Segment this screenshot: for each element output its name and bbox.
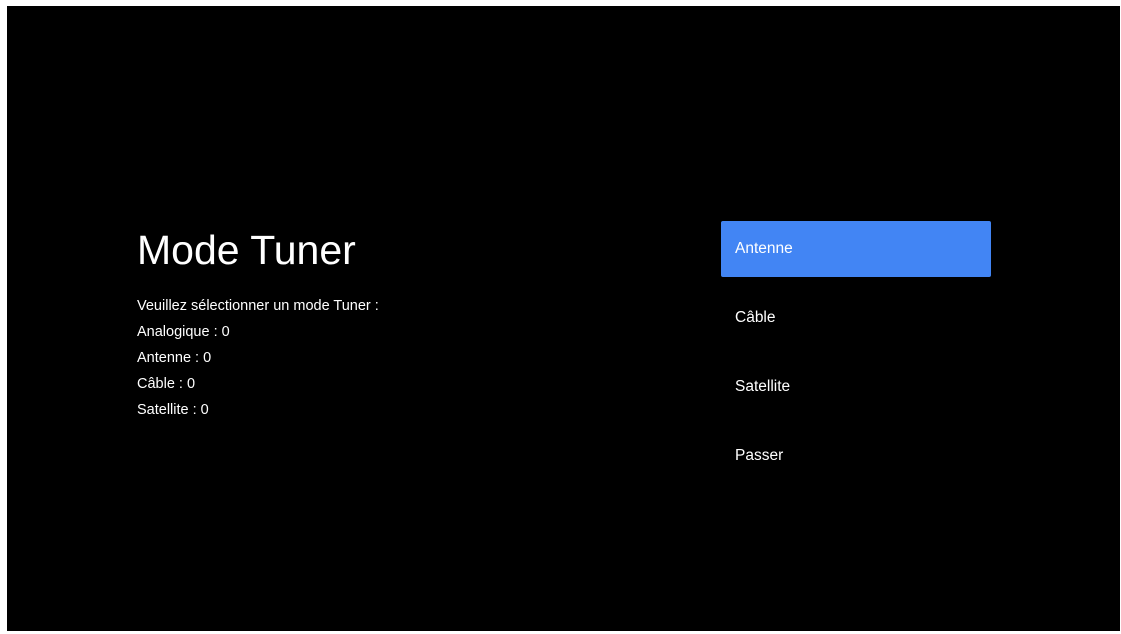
tuner-info: Veuillez sélectionner un mode Tuner : An… xyxy=(137,293,379,423)
menu-item-skip[interactable]: Passer xyxy=(721,428,991,484)
menu-item-satellite[interactable]: Satellite xyxy=(721,359,991,415)
instruction-text: Veuillez sélectionner un mode Tuner : xyxy=(137,298,379,314)
page-title: Mode Tuner xyxy=(137,227,356,273)
satellite-count: Satellite : 0 xyxy=(137,402,209,418)
menu-item-antenna[interactable]: Antenne xyxy=(721,221,991,277)
tuner-mode-menu: Antenne Câble Satellite Passer xyxy=(721,221,991,497)
menu-item-cable[interactable]: Câble xyxy=(721,290,991,346)
analog-count: Analogique : 0 xyxy=(137,324,230,340)
tv-screen: Mode Tuner Veuillez sélectionner un mode… xyxy=(7,6,1120,631)
antenna-count: Antenne : 0 xyxy=(137,350,212,366)
cable-count: Câble : 0 xyxy=(137,376,196,392)
